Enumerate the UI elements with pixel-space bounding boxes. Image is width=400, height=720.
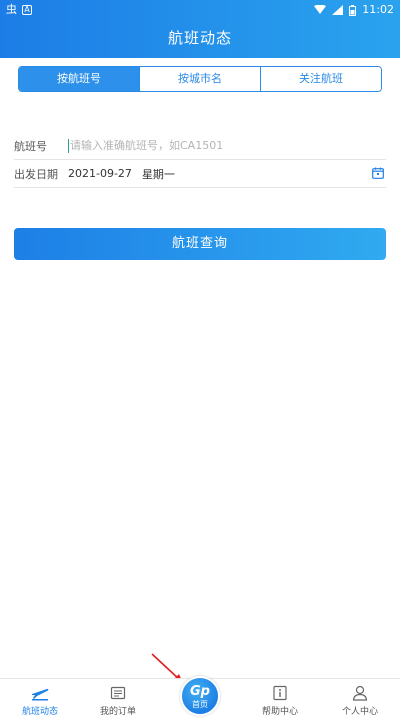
departure-date-value[interactable]: 2021-09-27 (68, 167, 132, 180)
wifi-icon (314, 5, 327, 14)
nav-help-center-label: 帮助中心 (261, 707, 298, 717)
battery-icon (349, 4, 357, 16)
tab-by-city[interactable]: 按城市名 (140, 67, 261, 91)
clock: 11:02 (362, 3, 394, 16)
flight-number-label: 航班号 (14, 139, 47, 153)
tab-by-flight-number[interactable]: 按航班号 (19, 67, 140, 91)
nav-personal-center-label: 个人中心 (341, 707, 378, 717)
order-list-icon (110, 686, 126, 700)
notification-icon-a: A (22, 5, 32, 15)
flight-number-row: 航班号 (14, 132, 386, 160)
text-cursor (68, 138, 69, 153)
home-button[interactable]: Gp 首页 (180, 676, 220, 716)
departure-date-row[interactable]: 出发日期 2021-09-27 星期一 (14, 160, 386, 188)
flight-number-input[interactable] (70, 139, 386, 152)
nav-personal-center[interactable]: 个人中心 (320, 685, 400, 717)
person-icon (352, 685, 368, 701)
departure-date-label: 出发日期 (14, 167, 58, 181)
airplane-icon (32, 688, 49, 701)
departure-weekday: 星期一 (141, 167, 175, 181)
notification-icon-bug: 虫 (6, 3, 17, 16)
home-label: 首页 (192, 700, 208, 709)
flight-status-screen: 虫 A 11:02 航班动态 按航班号 按城市名 关注航班 航班号 请输入准确航… (0, 0, 400, 720)
nav-flight-status-label: 航班动态 (21, 707, 58, 717)
calendar-icon[interactable] (372, 167, 384, 179)
search-mode-tabs: 按航班号 按城市名 关注航班 (18, 66, 382, 92)
status-bar: 虫 A 11:02 (0, 0, 400, 20)
status-right: 11:02 (314, 0, 394, 20)
nav-flight-status[interactable]: 航班动态 (0, 685, 80, 717)
nav-help-center[interactable]: 帮助中心 (240, 685, 320, 717)
signal-icon (332, 5, 344, 15)
info-icon (273, 685, 287, 701)
nav-my-orders-label: 我的订单 (99, 707, 136, 717)
nav-my-orders[interactable]: 我的订单 (78, 685, 158, 717)
tab-followed-flights[interactable]: 关注航班 (261, 67, 381, 91)
app-header: 虫 A 11:02 航班动态 (0, 0, 400, 58)
page-title: 航班动态 (167, 29, 232, 47)
status-left: 虫 A (6, 0, 32, 20)
flight-search-button[interactable]: 航班查询 (14, 228, 386, 260)
home-logo: Gp (190, 684, 210, 699)
